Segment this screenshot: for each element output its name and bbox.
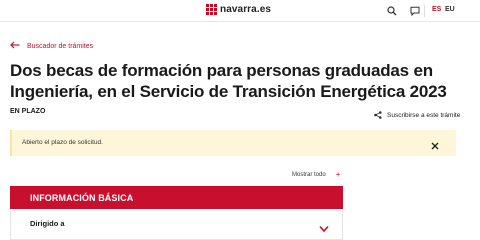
section-title: INFORMACIÓN BÁSICA bbox=[30, 193, 134, 203]
subscribe-label: Suscribirse a este trámite bbox=[387, 111, 461, 119]
header-divider bbox=[424, 5, 425, 17]
back-link[interactable]: Buscador de trámites bbox=[10, 41, 93, 52]
share-icon bbox=[374, 106, 382, 124]
lang-eu-link[interactable]: EU bbox=[445, 6, 455, 13]
logo-grid-icon bbox=[206, 4, 217, 15]
plus-icon: + bbox=[335, 170, 341, 179]
subscribe-link[interactable]: Suscribirse a este trámite bbox=[374, 106, 460, 124]
back-link-label: Buscador de trámites bbox=[27, 43, 94, 50]
row-label: Dirigido a bbox=[30, 219, 65, 228]
show-all-label: Mostrar todo bbox=[292, 172, 326, 178]
status-badge: EN PLAZO bbox=[10, 108, 46, 115]
show-all-button[interactable]: Mostrar todo + bbox=[292, 171, 340, 179]
accordion-section-header[interactable]: INFORMACIÓN BÁSICA bbox=[10, 186, 343, 209]
lang-es-link[interactable]: ES bbox=[432, 6, 441, 13]
alert-text: Abierto el plazo de solicitud. bbox=[22, 139, 103, 146]
search-icon[interactable] bbox=[386, 5, 398, 17]
accordion-row[interactable]: Dirigido a bbox=[10, 209, 343, 240]
site-logo[interactable]: navarra.es bbox=[206, 4, 271, 15]
alert-banner: Abierto el plazo de solicitud. bbox=[10, 130, 456, 156]
arrow-left-icon bbox=[10, 41, 20, 52]
logo-text: navarra.es bbox=[220, 4, 272, 15]
site-header: navarra.es ES EU bbox=[0, 0, 480, 22]
chat-icon[interactable] bbox=[409, 5, 421, 17]
close-icon[interactable] bbox=[430, 138, 440, 150]
chevron-down-icon bbox=[319, 220, 329, 233]
page-title: Dos becas de formación para personas gra… bbox=[10, 61, 447, 101]
